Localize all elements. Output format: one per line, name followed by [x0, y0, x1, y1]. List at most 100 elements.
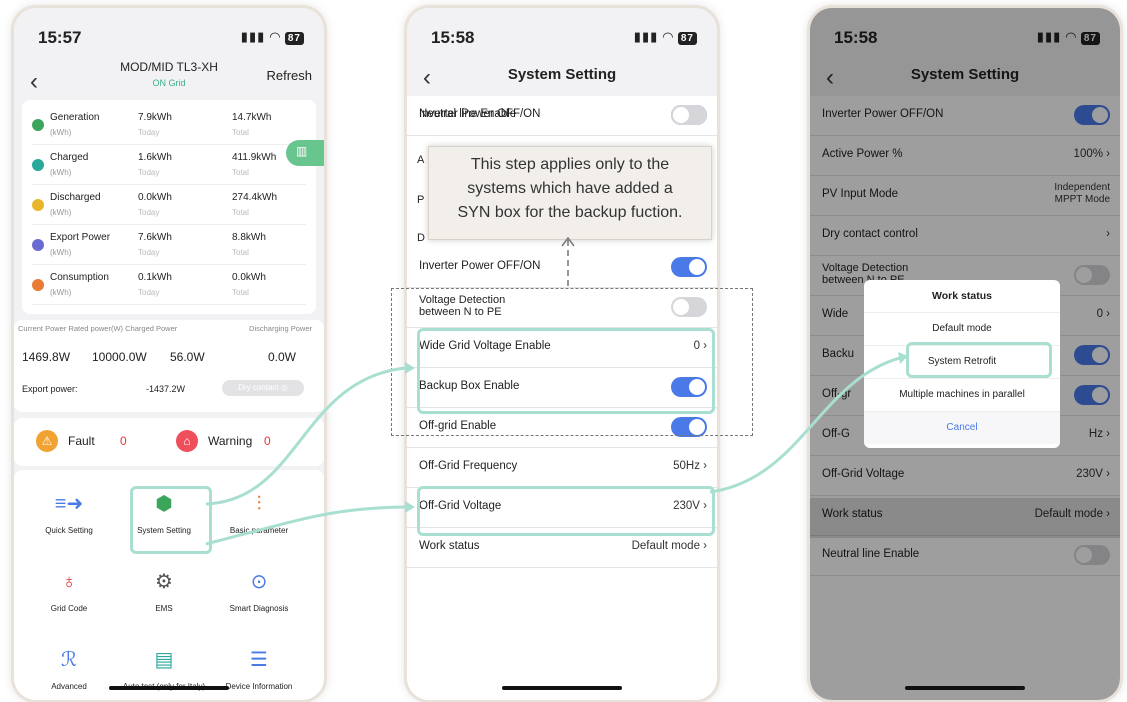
metric-total-label: Total [232, 288, 249, 297]
rated-power-value: 10000.0W [92, 350, 147, 364]
setting-row[interactable]: Off-Grid Frequency 50Hz › [407, 448, 717, 488]
metric-icon [32, 239, 44, 251]
auto-test-icon: ▤ [154, 649, 174, 671]
export-value: -1437.2W [146, 384, 186, 394]
metric-total-label: Total [232, 168, 249, 177]
refresh-button[interactable]: Refresh [266, 68, 312, 83]
metric-icon [32, 119, 44, 131]
metric-today-label: Today [138, 168, 160, 177]
metric-total-label: Total [232, 248, 249, 257]
advanced-icon: ℛ [61, 649, 77, 671]
highlight-work-status [417, 486, 715, 536]
discharging-power-value: 0.0W [268, 350, 297, 364]
callout-line: systems which have added a [467, 180, 673, 197]
dialog-title: Work status [864, 280, 1060, 313]
warning-icon: ⌂ [176, 430, 198, 452]
function-button[interactable]: ⫶ Basic parameter [214, 492, 304, 535]
value-text: Default mode [631, 540, 700, 552]
hidden-row-initial: P [417, 194, 425, 206]
metric-row: Charged (kWh) 1.6kWh Today 411.9kWh Total [32, 150, 306, 185]
option-multiple-parallel[interactable]: Multiple machines in parallel [864, 379, 1060, 412]
work-status-row-highlight [810, 498, 1120, 538]
metric-name: Discharged [50, 192, 101, 203]
warning-label[interactable]: Warning [208, 434, 252, 448]
function-button[interactable]: ▤Auto test (only for Italy) [119, 648, 209, 691]
metric-today-label: Today [138, 128, 160, 137]
function-button-label: EMS [155, 604, 173, 613]
metric-icon [32, 279, 44, 291]
metric-today-label: Today [138, 288, 160, 297]
function-button-label: Smart Diagnosis [229, 604, 289, 613]
current-power-value: 1469.8W [22, 350, 71, 364]
callout-note: This step applies only to the systems wh… [428, 146, 712, 240]
setting-row[interactable]: Inverter Power OFF/ON [407, 248, 717, 288]
metric-total: 8.8kWh [232, 232, 266, 243]
metric-row: Generation (kWh) 7.9kWh Today 14.7kWh Total [32, 110, 306, 145]
rated-power-header: Rated power(W) [68, 324, 124, 333]
function-button[interactable]: ♁ Grid Code [24, 570, 114, 613]
highlight-system-retrofit [906, 342, 1052, 378]
function-button-label: Quick Setting [45, 526, 93, 535]
warning-count: 0 [264, 434, 271, 448]
fault-label[interactable]: Fault [68, 434, 95, 448]
dry-contact-button[interactable]: Dry contact ◎ [222, 380, 304, 396]
metric-total: 411.9kWh [232, 152, 277, 163]
metric-name: Export Power [50, 232, 111, 243]
function-button-label: Basic parameter [229, 526, 289, 535]
discharging-power-header: Discharging Power [249, 324, 312, 333]
function-button[interactable]: ℛ Advanced [24, 648, 114, 691]
dialog-cancel-button[interactable]: Cancel [864, 412, 1060, 444]
alarm-card: ⚠ Fault 0 ⌂ Warning 0 [14, 418, 324, 466]
function-button-label: Advanced [51, 682, 87, 691]
metric-unit: (kWh) [50, 168, 72, 177]
value-text: 50Hz [673, 460, 700, 472]
metrics-card: Generation (kWh) 7.9kWh Today 14.7kWh Total Ch… [22, 100, 316, 314]
metric-total-label: Total [232, 128, 249, 137]
highlight-backup-offgrid [417, 328, 715, 414]
setting-row[interactable]: Neutral line Enable [407, 96, 717, 136]
metric-total: 0.0kWh [232, 272, 266, 283]
callout-line: This step applies only to the [470, 156, 670, 173]
function-button[interactable]: ⚙ EMS [119, 570, 209, 613]
toggle-switch[interactable] [671, 257, 707, 277]
metric-icon [32, 199, 44, 211]
fault-count: 0 [120, 434, 127, 448]
dry-contact-label: Dry contact [238, 383, 279, 392]
signal-wifi-icon: ▮▮▮ ◠ 87 [634, 29, 697, 45]
status-bar: 15:57 ▮▮▮ ◠ 87 [14, 26, 324, 50]
page-title: System Setting [507, 66, 617, 83]
metric-row: Export Power (kWh) 7.6kWh Today 8.8kWh Total [32, 230, 306, 265]
function-button[interactable]: ≡➜ Quick Setting [24, 492, 114, 535]
metric-today: 7.9kWh [138, 112, 172, 123]
float-chart-button[interactable]: ▥ [286, 140, 324, 166]
metric-total-label: Total [232, 208, 249, 217]
metric-today: 7.6kWh [138, 232, 172, 243]
highlight-system-setting [130, 486, 212, 554]
chevron-right-icon: › [699, 460, 707, 472]
toggle-switch[interactable] [671, 105, 707, 125]
nav-bar: ‹ System Setting [407, 58, 717, 98]
metric-today: 0.1kWh [138, 272, 172, 283]
metric-icon [32, 159, 44, 171]
metric-row: Discharged (kWh) 0.0kWh Today 274.4kWh Total [32, 190, 306, 225]
hidden-row-initial: D [417, 232, 425, 244]
function-button-label: Grid Code [50, 604, 88, 613]
metric-name: Consumption [50, 272, 109, 283]
function-button[interactable]: ⊙ Smart Diagnosis [214, 570, 304, 613]
smart-diagnosis-icon: ⊙ [250, 571, 268, 593]
setting-value: 50Hz › [673, 460, 707, 472]
export-label: Export power: [22, 384, 78, 394]
status-bar: 15:58 ▮▮▮ ◠ 87 [407, 26, 717, 50]
current-power-header: Current Power [18, 324, 67, 333]
function-button-label: Device Information [225, 682, 293, 691]
setting-label: Neutral line Enable [419, 108, 517, 120]
chevron-right-icon: › [699, 540, 707, 552]
metric-total: 14.7kWh [232, 112, 272, 123]
hidden-row-initial: A [417, 154, 425, 166]
signal-wifi-icon: ▮▮▮ ◠ 87 [241, 29, 304, 45]
metric-unit: (kWh) [50, 128, 72, 137]
setting-value: Default mode › [632, 540, 707, 552]
ems-icon: ⚙ [155, 571, 173, 593]
metric-unit: (kWh) [50, 288, 72, 297]
function-button[interactable]: ☰ Device Information [214, 648, 304, 691]
